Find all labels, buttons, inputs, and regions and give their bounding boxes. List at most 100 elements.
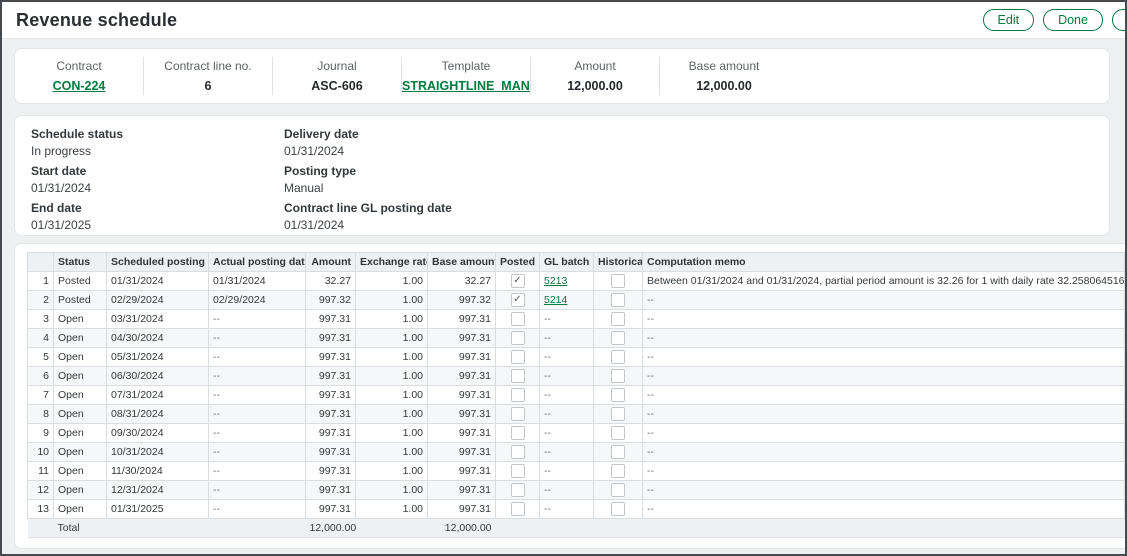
posted-checkbox[interactable]: ✓: [511, 274, 525, 288]
posted-checkbox[interactable]: [511, 407, 525, 421]
scheduled-posting-date-cell: 10/31/2024: [107, 443, 209, 462]
posted-checkbox[interactable]: [511, 426, 525, 440]
field-value: 12,000.00: [531, 79, 659, 93]
actual-posting-date-cell: --: [209, 310, 306, 329]
computation-memo-cell: --: [643, 367, 1125, 386]
detail-contract-line-gl-posting-date: Contract line GL posting date 01/31/2024: [284, 201, 537, 232]
total-empty-cell: [594, 519, 643, 538]
gl-batch-cell: --: [540, 348, 594, 367]
scheduled-posting-date-cell: 07/31/2024: [107, 386, 209, 405]
gl-batch-cell: --: [540, 310, 594, 329]
template-link[interactable]: STRAIGHTLINE_MANUA: [402, 79, 531, 93]
posted-checkbox[interactable]: [511, 464, 525, 478]
posted-cell: [496, 443, 540, 462]
exchange-rate-cell: 1.00: [356, 386, 428, 405]
posted-checkbox[interactable]: [511, 312, 525, 326]
historical-checkbox[interactable]: [611, 293, 625, 307]
total-empty-cell: [496, 519, 540, 538]
historical-checkbox[interactable]: [611, 483, 625, 497]
edit-button[interactable]: Edit: [983, 9, 1035, 31]
total-amount-cell: 12,000.00: [306, 519, 356, 538]
row-number-cell: 5: [28, 348, 54, 367]
historical-checkbox[interactable]: [611, 502, 625, 516]
contract-link[interactable]: CON-224: [53, 79, 106, 93]
historical-checkbox[interactable]: [611, 388, 625, 402]
actual-posting-date-cell: 01/31/2024: [209, 272, 306, 291]
actual-posting-date-cell: --: [209, 500, 306, 519]
gl-batch-cell: 5214: [540, 291, 594, 310]
status-cell: Posted: [54, 291, 107, 310]
exchange-rate-cell: 1.00: [356, 443, 428, 462]
row-number-cell: 11: [28, 462, 54, 481]
row-number-cell: 4: [28, 329, 54, 348]
historical-checkbox[interactable]: [611, 274, 625, 288]
historical-checkbox[interactable]: [611, 464, 625, 478]
base-amount-cell: 997.31: [428, 500, 496, 519]
historical-checkbox[interactable]: [611, 369, 625, 383]
detail-start-date: Start date 01/31/2024: [31, 164, 284, 195]
posted-checkbox[interactable]: [511, 369, 525, 383]
base-amount-cell: 997.31: [428, 424, 496, 443]
posted-checkbox[interactable]: [511, 483, 525, 497]
posted-checkbox[interactable]: [511, 502, 525, 516]
amount-cell: 997.31: [306, 386, 356, 405]
col-header-actual-posting-date: Actual posting date: [209, 253, 306, 272]
row-number-cell: 12: [28, 481, 54, 500]
posted-cell: [496, 367, 540, 386]
field-label: Template: [402, 59, 530, 73]
historical-cell: [594, 481, 643, 500]
exchange-rate-cell: 1.00: [356, 367, 428, 386]
status-cell: Open: [54, 481, 107, 500]
posted-checkbox[interactable]: [511, 331, 525, 345]
scheduled-posting-date-cell: 11/30/2024: [107, 462, 209, 481]
amount-cell: 997.31: [306, 500, 356, 519]
base-amount-cell: 997.31: [428, 462, 496, 481]
exchange-rate-cell: 1.00: [356, 405, 428, 424]
posted-cell: ✓: [496, 272, 540, 291]
historical-checkbox[interactable]: [611, 426, 625, 440]
gl-batch-link[interactable]: 5213: [544, 275, 567, 287]
base-amount-cell: 997.31: [428, 329, 496, 348]
row-number-cell: 6: [28, 367, 54, 386]
computation-memo-cell: Between 01/31/2024 and 01/31/2024, parti…: [643, 272, 1125, 291]
amount-cell: 997.32: [306, 291, 356, 310]
historical-checkbox[interactable]: [611, 331, 625, 345]
computation-memo-cell: --: [643, 481, 1125, 500]
scheduled-posting-date-cell: 02/29/2024: [107, 291, 209, 310]
total-label-cell: Total: [54, 519, 306, 538]
actual-posting-date-cell: --: [209, 443, 306, 462]
historical-checkbox[interactable]: [611, 350, 625, 364]
gl-batch-link[interactable]: 5214: [544, 294, 567, 306]
historical-checkbox[interactable]: [611, 407, 625, 421]
amount-cell: 997.31: [306, 481, 356, 500]
amount-cell: 32.27: [306, 272, 356, 291]
total-empty-cell: [643, 519, 1125, 538]
historical-checkbox[interactable]: [611, 445, 625, 459]
page-title: Revenue schedule: [16, 10, 177, 31]
computation-memo-cell: --: [643, 310, 1125, 329]
gl-batch-cell: --: [540, 500, 594, 519]
clipped-button[interactable]: H: [1112, 9, 1127, 31]
revenue-schedule-window: Revenue schedule Edit Done H Contract CO…: [0, 0, 1127, 556]
gl-batch-cell: --: [540, 443, 594, 462]
status-cell: Open: [54, 405, 107, 424]
base-amount-cell: 997.31: [428, 348, 496, 367]
scheduled-posting-date-cell: 01/31/2025: [107, 500, 209, 519]
details-left-column: Schedule status In progress Start date 0…: [31, 127, 284, 227]
status-cell: Open: [54, 443, 107, 462]
row-number-cell: 1: [28, 272, 54, 291]
historical-cell: [594, 348, 643, 367]
posted-checkbox[interactable]: ✓: [511, 293, 525, 307]
posted-checkbox[interactable]: [511, 388, 525, 402]
historical-checkbox[interactable]: [611, 312, 625, 326]
done-button[interactable]: Done: [1043, 9, 1103, 31]
detail-delivery-date: Delivery date 01/31/2024: [284, 127, 537, 158]
col-header-amount: Amount: [306, 253, 356, 272]
total-base-amount-cell: 12,000.00: [428, 519, 496, 538]
posted-checkbox[interactable]: [511, 350, 525, 364]
table-row: 9Open09/30/2024--997.311.00997.31----: [28, 424, 1125, 443]
summary-field-amount: Amount 12,000.00: [531, 57, 660, 95]
posted-checkbox[interactable]: [511, 445, 525, 459]
actual-posting-date-cell: --: [209, 348, 306, 367]
base-amount-cell: 997.31: [428, 386, 496, 405]
